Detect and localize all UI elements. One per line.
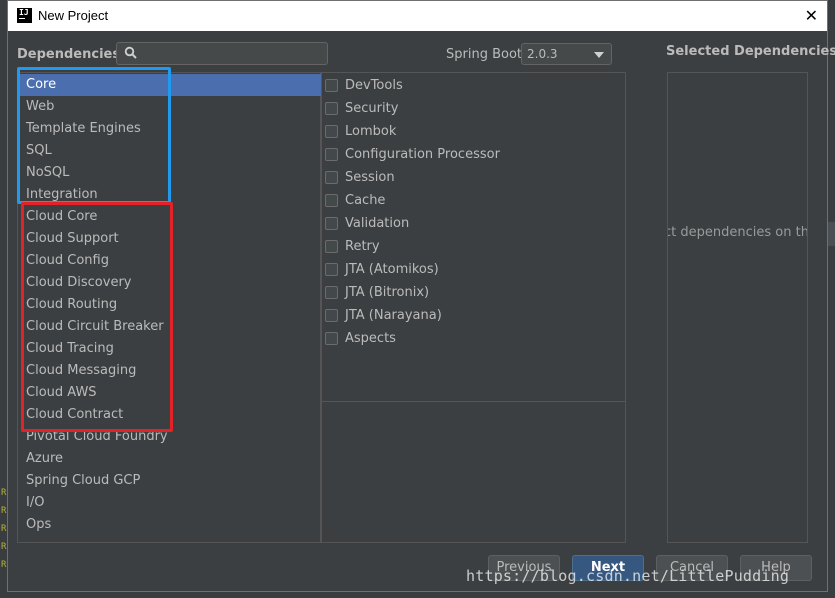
category-item[interactable]: Pivotal Cloud Foundry (18, 426, 321, 448)
dependency-checkbox[interactable] (325, 125, 338, 138)
dependency-checkbox[interactable] (325, 217, 338, 230)
next-button[interactable]: Next (572, 555, 644, 581)
category-item[interactable]: Cloud Core (18, 206, 321, 228)
background-ide-text: R (1, 524, 7, 534)
dependency-label: Validation (345, 216, 410, 231)
dependencies-label: Dependencies (17, 47, 121, 62)
dependency-label: Aspects (345, 331, 396, 346)
category-item[interactable]: Cloud Support (18, 228, 321, 250)
dependency-checkbox[interactable] (325, 102, 338, 115)
spring-boot-label: Spring Boot (446, 47, 523, 62)
category-item[interactable]: I/O (18, 492, 321, 514)
background-ide-text: R (1, 488, 7, 498)
dependency-label: JTA (Bitronix) (345, 285, 430, 300)
dependency-label: Session (345, 170, 395, 185)
category-item[interactable]: Cloud Routing (18, 294, 321, 316)
category-item[interactable]: Web (18, 96, 321, 118)
dependency-label: JTA (Narayana) (345, 308, 442, 323)
category-item[interactable]: Core (18, 74, 321, 96)
search-field[interactable] (116, 42, 328, 65)
dependency-label: JTA (Atomikos) (345, 262, 439, 277)
dependency-checkbox[interactable] (325, 332, 338, 345)
category-item[interactable]: Cloud Circuit Breaker (18, 316, 321, 338)
dependency-label: Configuration Processor (345, 147, 500, 162)
background-ide-strip (828, 222, 835, 246)
background-ide-text: R (1, 560, 7, 570)
dependency-checkbox[interactable] (325, 286, 338, 299)
dependency-description-divider (322, 401, 625, 402)
category-item[interactable]: Cloud Discovery (18, 272, 321, 294)
spring-boot-version-select[interactable]: 2.0.3 (521, 43, 612, 65)
spring-boot-version-value: 2.0.3 (527, 47, 558, 61)
intellij-app-icon: IJ (17, 8, 32, 23)
category-item[interactable]: Azure (18, 448, 321, 470)
dependency-checkbox[interactable] (325, 194, 338, 207)
background-ide-text: R (1, 542, 7, 552)
dependency-checkbox[interactable] (325, 309, 338, 322)
dependency-checkbox[interactable] (325, 263, 338, 276)
previous-button[interactable]: Previous (488, 555, 560, 581)
category-item[interactable]: Cloud Messaging (18, 360, 321, 382)
dependency-list[interactable]: DevTools Security Lombok Configuration Proc… (321, 72, 626, 543)
category-item[interactable]: NoSQL (18, 162, 321, 184)
background-ide-text: R (1, 506, 7, 516)
dependency-label: Cache (345, 193, 386, 208)
category-list[interactable]: Core Web Template Engines SQL NoSQL Integrati… (17, 72, 321, 543)
category-item[interactable]: Cloud Tracing (18, 338, 321, 360)
dependency-checkbox[interactable] (325, 148, 338, 161)
search-icon (124, 46, 137, 59)
category-item[interactable]: Cloud AWS (18, 382, 321, 404)
selected-dependencies-title: Selected Dependencies (666, 44, 835, 59)
cancel-button[interactable]: Cancel (656, 555, 728, 581)
category-item[interactable]: Cloud Contract (18, 404, 321, 426)
category-item[interactable]: Spring Cloud GCP (18, 470, 321, 492)
dependency-checkbox[interactable] (325, 171, 338, 184)
window-title: New Project (38, 8, 109, 23)
dependency-label: Retry (345, 239, 380, 254)
title-bar: IJ New Project ✕ (8, 1, 827, 31)
search-input[interactable] (143, 44, 327, 65)
dependency-checkbox[interactable] (325, 79, 338, 92)
dependency-checkbox[interactable] (325, 240, 338, 253)
dependency-label: Lombok (345, 124, 397, 139)
selected-dependencies-hint: ect dependencies on the (668, 225, 807, 240)
category-item[interactable]: Integration (18, 184, 321, 206)
category-item[interactable]: Template Engines (18, 118, 321, 140)
chevron-down-icon (594, 52, 604, 58)
category-item[interactable]: SQL (18, 140, 321, 162)
category-item[interactable]: Cloud Config (18, 250, 321, 272)
dependency-label: Security (345, 101, 399, 116)
category-item[interactable]: Ops (18, 514, 321, 536)
dependency-label: DevTools (345, 78, 403, 93)
close-icon[interactable]: ✕ (805, 6, 818, 25)
selected-dependencies-panel: ect dependencies on the (667, 72, 808, 543)
help-button[interactable]: Help (740, 555, 812, 581)
